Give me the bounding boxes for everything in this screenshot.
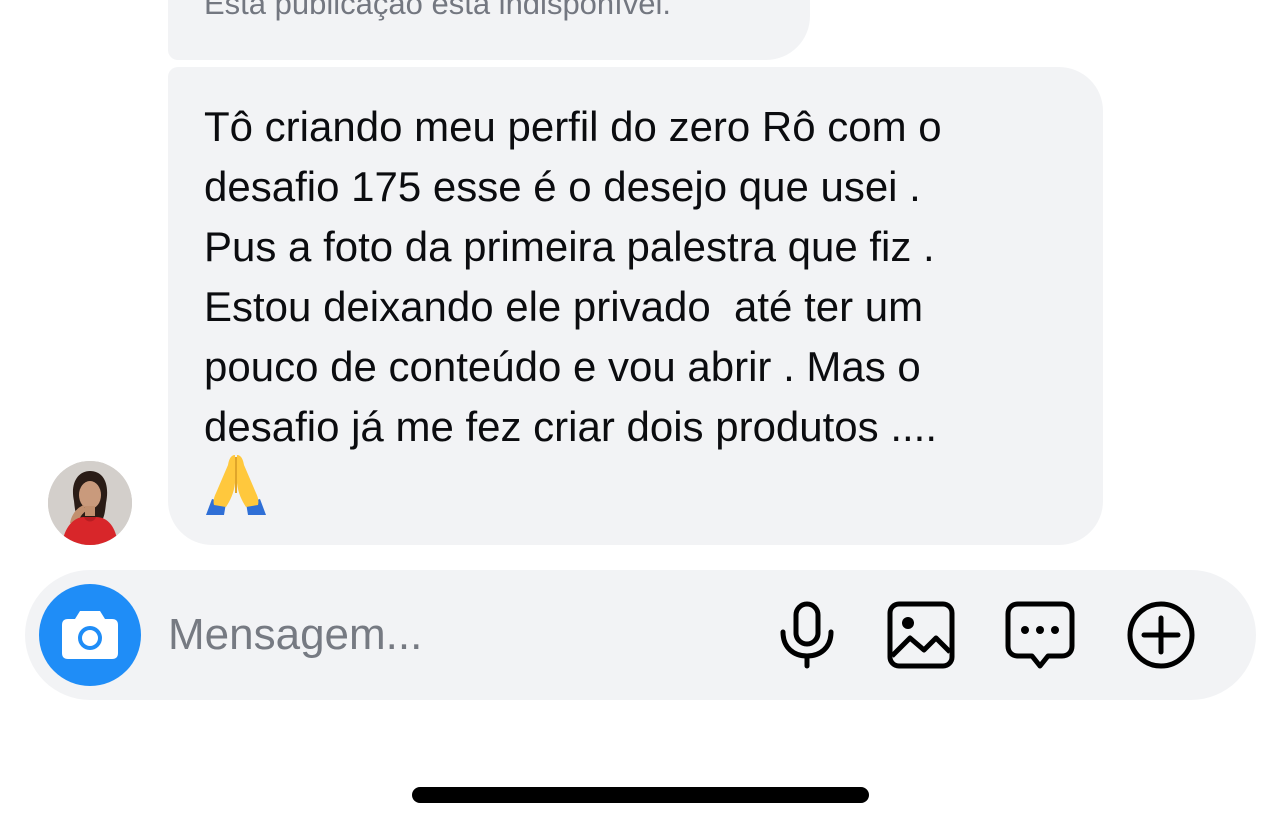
sticker-chat-button[interactable]: [1004, 598, 1080, 674]
camera-button[interactable]: [39, 584, 141, 686]
home-indicator[interactable]: [412, 787, 869, 803]
more-options-button[interactable]: [1124, 598, 1200, 674]
dm-screen: Esta publicação está indisponível. Tô cr…: [0, 0, 1280, 826]
camera-icon: [62, 611, 118, 659]
message-line: desafio já me fez criar dois produtos ..…: [204, 403, 938, 450]
message-line: Tô criando meu perfil do zero Rô com o: [204, 103, 942, 150]
message-text: Tô criando meu perfil do zero Rô com o d…: [204, 97, 1084, 457]
microphone-icon: [780, 601, 834, 669]
plus-icon: [1127, 601, 1195, 669]
message-line: pouco de conteúdo e vou abrir . Mas o: [204, 343, 921, 390]
gallery-icon: [887, 601, 955, 669]
microphone-button[interactable]: [770, 598, 846, 674]
unavailable-post-bubble[interactable]: Esta publicação está indisponível.: [168, 0, 810, 60]
sender-avatar[interactable]: [48, 461, 132, 545]
sticker-chat-icon: [1005, 601, 1075, 669]
message-line: desafio 175 esse é o desejo que usei .: [204, 163, 921, 210]
message-line: Estou deixando ele privado até ter um: [204, 283, 924, 330]
message-input[interactable]: Mensagem...: [168, 610, 422, 660]
gallery-button[interactable]: [884, 598, 960, 674]
message-composer: Mensagem...: [25, 570, 1256, 700]
message-bubble[interactable]: Tô criando meu perfil do zero Rô com o d…: [168, 67, 1103, 545]
message-line: Pus a foto da primeira palestra que fiz …: [204, 223, 935, 270]
unavailable-post-text: Esta publicação está indisponível.: [204, 0, 672, 21]
avatar-icon: [48, 461, 132, 545]
folded-hands-emoji: [204, 453, 268, 515]
